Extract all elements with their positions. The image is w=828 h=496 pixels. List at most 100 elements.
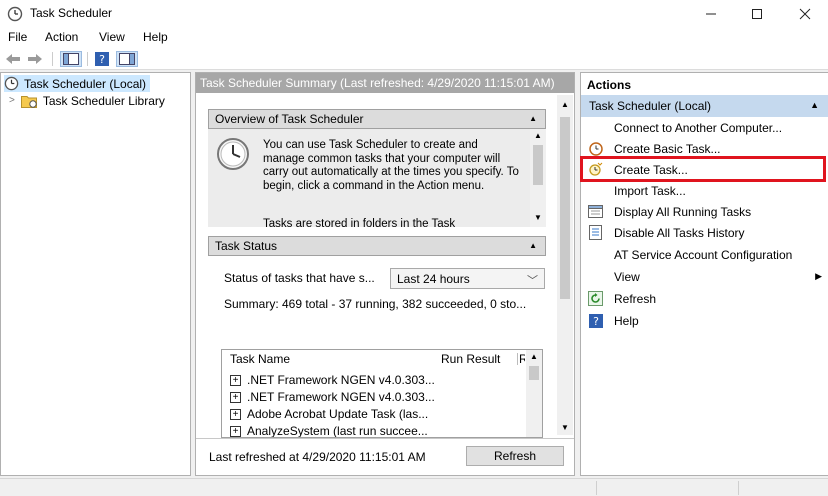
scroll-up-icon[interactable]: ▲ [534, 131, 542, 140]
scroll-thumb[interactable] [533, 145, 543, 185]
show-hide-console-tree-button[interactable] [60, 51, 82, 67]
task-row[interactable]: + AnalyzeSystem (last run succee... [230, 423, 428, 438]
task-scheduler-clock-icon [7, 6, 23, 22]
folder-clock-icon [20, 95, 37, 108]
task-row[interactable]: + .NET Framework NGEN v4.0.303... [230, 372, 435, 388]
footer-divider [196, 438, 574, 439]
back-arrow-icon [6, 54, 20, 64]
menu-bar: File Action View Help [0, 28, 828, 48]
forward-button[interactable] [26, 51, 44, 67]
collapse-caret-icon[interactable]: ▲ [810, 100, 819, 110]
status-bar-separator [738, 481, 739, 495]
wizard-clock-icon [588, 141, 603, 156]
overview-title: Overview of Task Scheduler [215, 112, 364, 126]
chevron-right-icon[interactable]: > [9, 95, 15, 106]
svg-text:?: ? [99, 53, 105, 66]
window-title: Task Scheduler [30, 6, 113, 20]
tree-item-task-scheduler-local[interactable]: Task Scheduler (Local) [4, 75, 151, 92]
close-button[interactable] [782, 0, 828, 28]
clock-icon [217, 138, 249, 170]
scroll-up-icon[interactable]: ▲ [561, 100, 569, 109]
task-status-title: Task Status [215, 239, 278, 253]
task-name: Adobe Acrobat Update Task (las... [247, 407, 429, 421]
actions-section-header[interactable]: Task Scheduler (Local) ▲ [581, 95, 828, 117]
status-bar [0, 478, 828, 496]
action-import-task[interactable]: Import Task... [581, 180, 828, 201]
status-bar-separator [596, 481, 597, 495]
console-tree-icon [63, 53, 79, 65]
refresh-button[interactable]: Refresh [466, 446, 564, 466]
expand-plus-icon[interactable]: + [230, 391, 241, 403]
menu-action[interactable]: Action [45, 30, 78, 44]
expand-plus-icon[interactable]: + [230, 425, 241, 437]
menu-help[interactable]: Help [143, 30, 168, 44]
task-table-scrollbar[interactable]: ▲ [526, 350, 542, 437]
action-refresh[interactable]: Refresh [581, 288, 828, 309]
scroll-thumb[interactable] [560, 117, 570, 299]
minimize-icon [706, 13, 716, 15]
action-at-service-account-configuration[interactable]: AT Service Account Configuration [581, 244, 828, 265]
running-tasks-icon [588, 204, 603, 219]
action-connect-to-another-computer[interactable]: Connect to Another Computer... [581, 117, 828, 138]
action-display-all-running-tasks[interactable]: Display All Running Tasks [581, 201, 828, 222]
clock-icon [4, 76, 19, 91]
tree-item-task-scheduler-library[interactable]: > Task Scheduler Library [9, 92, 165, 109]
submenu-arrow-icon: ▶ [815, 271, 822, 281]
column-header-run-result[interactable]: Run Result [441, 352, 500, 366]
tree-item-label: Task Scheduler Library [42, 93, 165, 108]
task-row[interactable]: + .NET Framework NGEN v4.0.303... [230, 389, 435, 405]
title-bar: Task Scheduler [0, 0, 828, 28]
back-button[interactable] [4, 51, 22, 67]
action-help[interactable]: ? Help [581, 310, 828, 331]
chevron-down-icon: ﹀ [527, 275, 538, 287]
task-status-group-header[interactable]: Task Status ▲ [208, 236, 546, 256]
task-name: .NET Framework NGEN v4.0.303... [247, 373, 435, 387]
action-view[interactable]: View ▶ [581, 266, 828, 287]
task-name: AnalyzeSystem (last run succee... [247, 424, 428, 438]
scroll-down-icon[interactable]: ▼ [534, 213, 542, 222]
overview-text: You can use Task Scheduler to create and… [263, 139, 519, 192]
scroll-thumb[interactable] [529, 366, 539, 380]
status-filter-label: Status of tasks that have s... [224, 271, 375, 285]
toolbar: ? [0, 48, 828, 70]
status-summary: Summary: 469 total - 37 running, 382 suc… [224, 297, 527, 311]
history-icon [588, 225, 603, 240]
expand-plus-icon[interactable]: + [230, 374, 241, 386]
minimize-button[interactable] [688, 0, 734, 28]
overview-group-header[interactable]: Overview of Task Scheduler ▲ [208, 109, 546, 129]
column-header-run-start[interactable]: R [519, 352, 525, 366]
help-icon: ? [95, 52, 109, 66]
column-header-task-name[interactable]: Task Name [230, 352, 290, 366]
actions-section-label: Task Scheduler (Local) [589, 99, 712, 113]
show-hide-action-pane-button[interactable] [116, 51, 138, 67]
last-refreshed-text: Last refreshed at 4/29/2020 11:15:01 AM [209, 450, 426, 464]
menu-view[interactable]: View [99, 30, 125, 44]
refresh-icon [588, 291, 603, 306]
expand-plus-icon[interactable]: + [230, 408, 241, 420]
menu-file[interactable]: File [8, 30, 27, 44]
create-task-highlight [580, 156, 826, 182]
collapse-caret-icon[interactable]: ▲ [529, 114, 537, 123]
actions-pane: Actions Task Scheduler (Local) ▲ Connect… [580, 72, 828, 476]
task-row[interactable]: + Adobe Acrobat Update Task (las... [230, 406, 428, 422]
collapse-caret-icon[interactable]: ▲ [529, 241, 537, 250]
summary-pane-scrollbar[interactable]: ▲ ▼ [557, 95, 573, 435]
status-period-dropdown[interactable]: Last 24 hours ﹀ [390, 268, 545, 289]
toolbar-separator [87, 52, 88, 66]
task-name: .NET Framework NGEN v4.0.303... [247, 390, 435, 404]
scroll-up-icon[interactable]: ▲ [530, 352, 538, 361]
forward-arrow-icon [28, 54, 42, 64]
help-toolbar-button[interactable]: ? [94, 51, 110, 67]
overview-scrollbar[interactable]: ▲ ▼ [530, 129, 546, 227]
action-disable-all-tasks-history[interactable]: Disable All Tasks History [581, 222, 828, 243]
svg-text:?: ? [593, 315, 599, 328]
overview-text-continued: Tasks are stored in folders in the Task [263, 218, 456, 227]
task-status-table: Task Name Run Result R + .NET Framework … [221, 349, 543, 438]
maximize-button[interactable] [734, 0, 780, 28]
action-pane-icon [119, 53, 135, 65]
scroll-down-icon[interactable]: ▼ [561, 423, 569, 432]
actions-title: Actions [587, 78, 632, 92]
column-divider [517, 353, 518, 365]
close-icon [799, 8, 811, 20]
maximize-icon [752, 9, 762, 19]
